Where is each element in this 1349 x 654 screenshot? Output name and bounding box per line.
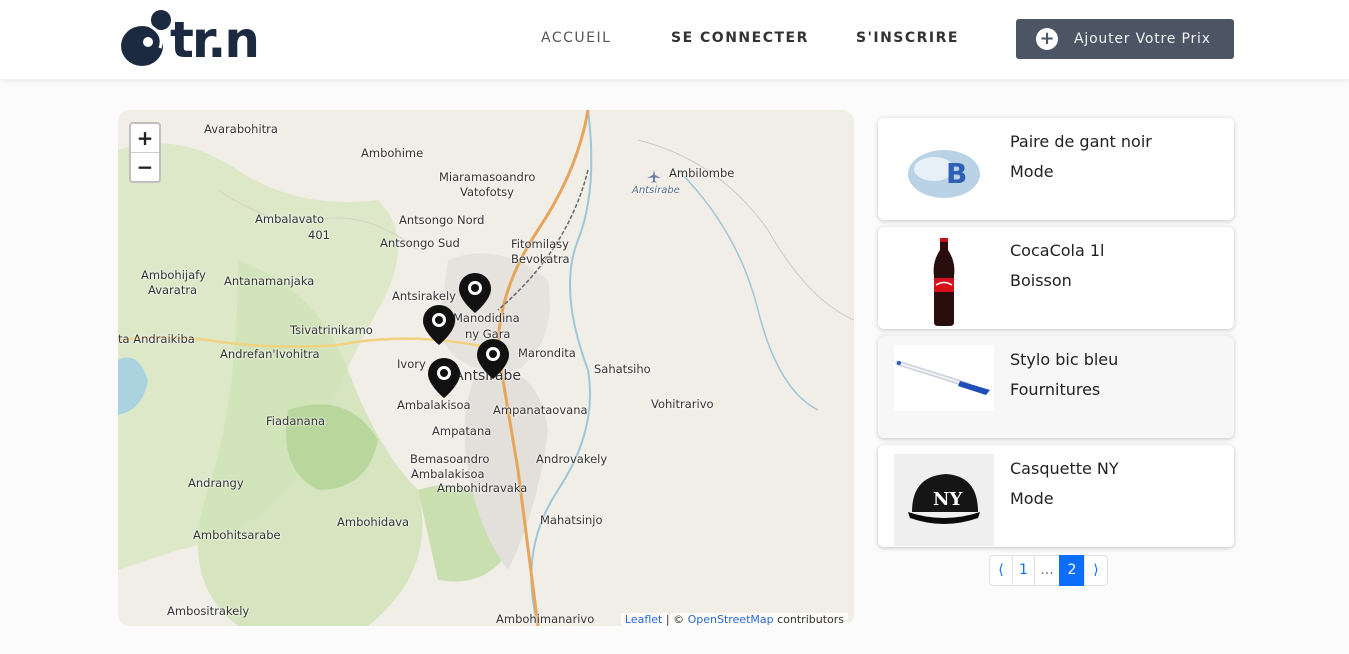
product-category: Mode: [1010, 489, 1054, 508]
glove-pack-image: B: [894, 127, 994, 219]
map-label: Ambalakisoa: [411, 467, 485, 481]
cola-bottle-image: [894, 236, 994, 328]
svg-text:B: B: [946, 157, 967, 190]
svg-text:NY: NY: [933, 489, 963, 510]
nav-home-link[interactable]: ACCUEIL: [541, 30, 611, 46]
map-label: Ivory: [397, 357, 426, 371]
map-label: Vohitrarivo: [651, 397, 714, 411]
product-name: Paire de gant noir: [1010, 132, 1152, 151]
map-label: Androvakely: [536, 452, 608, 466]
map-label: Miaramasoandro: [439, 170, 536, 184]
map-label: Fitomilasy: [511, 237, 569, 251]
product-name: Stylo bic bleu: [1010, 350, 1119, 369]
map-label: Bemasoandro: [410, 452, 490, 466]
map-marker-icon[interactable]: [427, 357, 461, 399]
map-label: Tsivatrinikamo: [290, 323, 373, 337]
product-card[interactable]: Stylo bic bleu Fournitures: [878, 336, 1234, 438]
map-label: Ampatana: [432, 424, 492, 438]
cap-image: NY: [894, 454, 994, 546]
map-label: 401: [308, 228, 330, 242]
map-label: Ambositrakely: [167, 604, 250, 618]
map-label: Antsongo Nord: [399, 213, 485, 227]
pen-image: [894, 345, 994, 437]
map-label: Bevokatra: [511, 252, 570, 266]
map-label: Ambohidravaka: [437, 481, 528, 495]
attribution-separator: | ©: [662, 613, 688, 626]
pagination-next[interactable]: ⟩: [1084, 555, 1108, 586]
map-label: Ambohime: [361, 146, 424, 160]
map-marker-icon[interactable]: [422, 304, 456, 346]
osm-link[interactable]: OpenStreetMap: [688, 613, 774, 626]
map-label: Marondita: [518, 346, 576, 360]
leaflet-link[interactable]: Leaflet: [625, 613, 662, 626]
map-label: Ambilombe: [669, 166, 735, 180]
add-price-label: Ajouter Votre Prix: [1074, 31, 1211, 47]
brand-logo[interactable]: tr.n: [120, 8, 282, 70]
plus-circle-icon: +: [1036, 28, 1058, 50]
attribution-suffix: contributors: [773, 613, 844, 626]
map-label: Ampanataovana: [493, 403, 588, 417]
add-price-button[interactable]: + Ajouter Votre Prix: [1016, 19, 1234, 59]
map-label: Antsongo Sud: [380, 236, 460, 250]
nav-login-link[interactable]: SE CONNECTER: [671, 30, 809, 46]
product-card[interactable]: CocaCola 1l Boisson: [878, 227, 1234, 329]
pagination-page-2[interactable]: 2: [1059, 555, 1085, 586]
map-label: Antanamanjaka: [224, 274, 315, 288]
map-marker-icon[interactable]: [476, 338, 510, 380]
map-label: Ambalakisoa: [397, 398, 471, 412]
pagination: ⟨ 1 ... 2 ⟩: [989, 555, 1108, 586]
product-card[interactable]: NY Casquette NY Mode: [878, 445, 1234, 547]
map-label: Vatofotsy: [460, 185, 514, 199]
map-label: Avaratra: [148, 283, 198, 297]
product-category: Fournitures: [1010, 380, 1101, 399]
map-label: Ambohitsarabe: [193, 528, 281, 542]
map-label: Fiadanana: [266, 414, 326, 428]
product-category: Mode: [1010, 162, 1054, 181]
logo-text: tr.n: [170, 11, 260, 69]
zoom-in-button[interactable]: +: [131, 124, 159, 153]
map-label: Antsirakely: [392, 289, 456, 303]
zoom-control: + −: [129, 122, 161, 183]
map-attribution: Leaflet | © OpenStreetMap contributors: [620, 613, 848, 626]
map-label: Ambohijafy: [141, 268, 206, 282]
airport-icon: [647, 170, 661, 183]
map-marker-icon[interactable]: [458, 272, 492, 314]
product-name: CocaCola 1l: [1010, 241, 1105, 260]
map-label: Andrangy: [188, 476, 244, 490]
map-label: Ambohidava: [337, 515, 410, 529]
map-label: Sahatsiho: [594, 362, 651, 376]
map-label: Mahatsinjo: [540, 513, 603, 527]
map-label: ta Andraikiba: [118, 332, 195, 346]
product-card[interactable]: B Paire de gant noir Mode: [878, 118, 1234, 220]
pagination-prev[interactable]: ⟨: [989, 555, 1013, 586]
map-view[interactable]: + − Avarabohitra Ambohime Miaramasoandro…: [118, 110, 854, 626]
product-name: Casquette NY: [1010, 459, 1119, 478]
pagination-ellipsis: ...: [1034, 555, 1060, 586]
map-label: Ambohimanarivo: [496, 612, 595, 626]
nav-signup-link[interactable]: S'INSCRIRE: [856, 30, 959, 46]
map-label: Ambalavato: [255, 212, 325, 226]
pagination-page-1[interactable]: 1: [1012, 555, 1035, 586]
product-category: Boisson: [1010, 271, 1072, 290]
zoom-out-button[interactable]: −: [131, 153, 159, 182]
map-label: Andrefan'Ivohitra: [220, 347, 320, 361]
map-label: Avarabohitra: [204, 122, 278, 136]
map-label: Antsirabe: [632, 185, 680, 196]
top-navbar: tr.n ACCUEIL SE CONNECTER S'INSCRIRE + A…: [0, 0, 1349, 79]
